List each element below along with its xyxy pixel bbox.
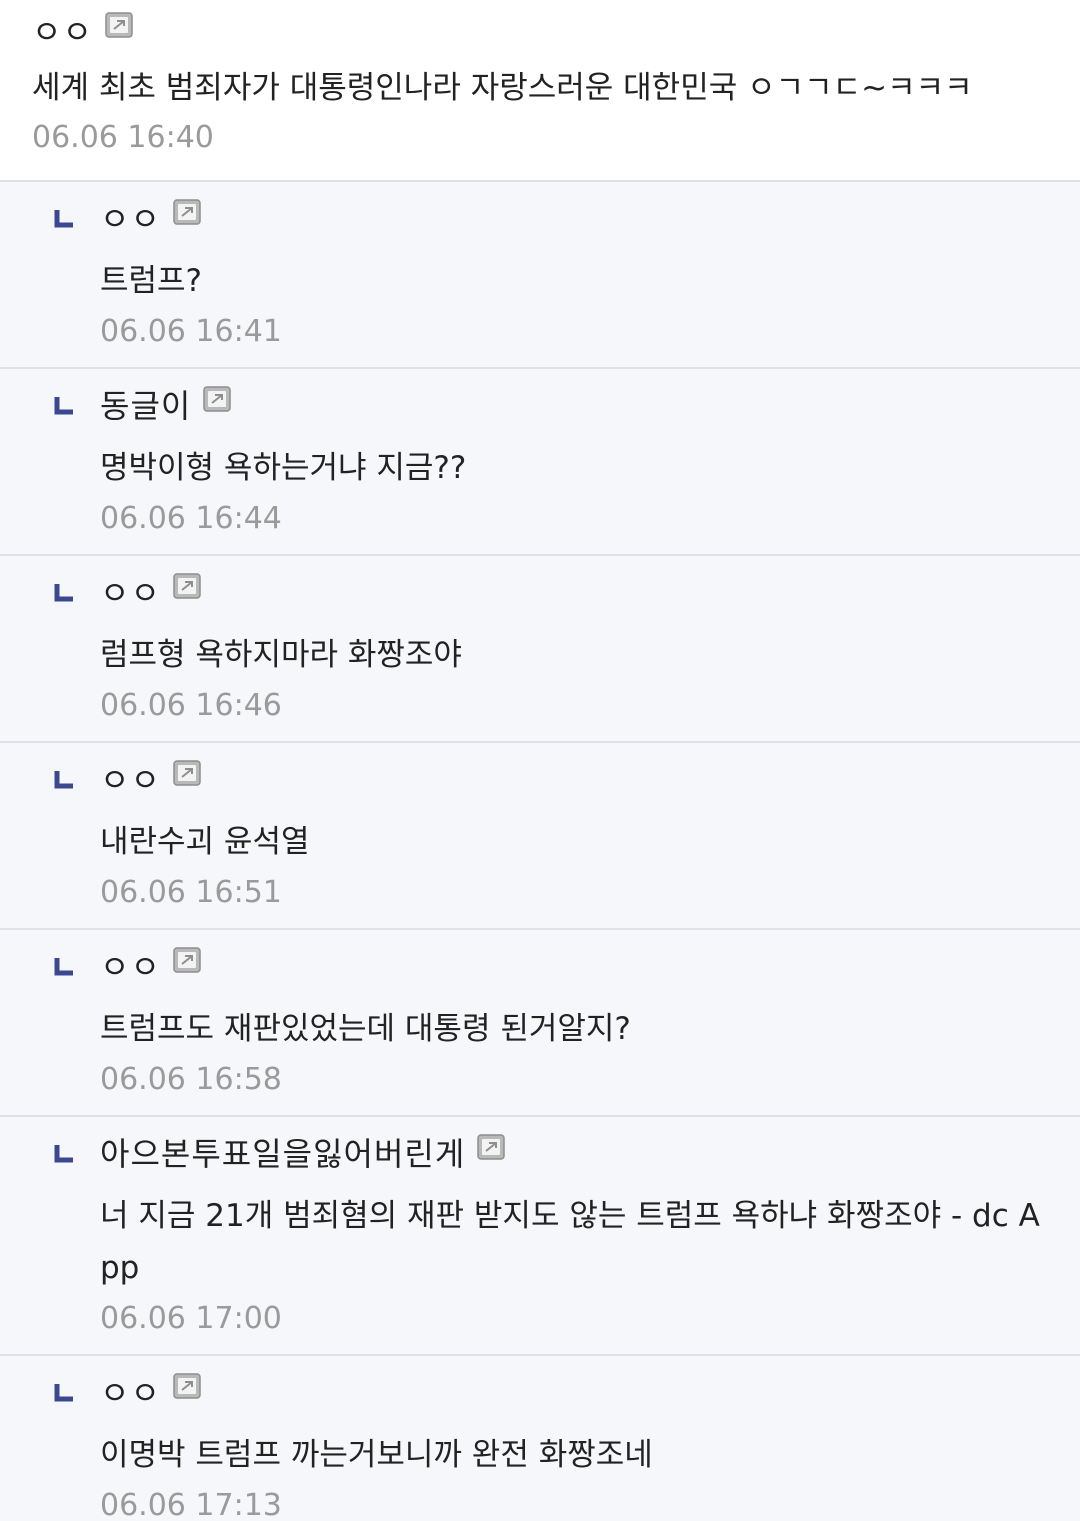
author-row: ㅇㅇ	[100, 568, 1060, 618]
fixed-nick-icon	[173, 199, 201, 225]
reply-text: 트럼프도 재판있었는데 대통령 된거알지?	[100, 1011, 631, 1047]
timestamp: 06.06 16:58	[100, 1062, 282, 1097]
timestamp: 06.06 16:40	[32, 120, 214, 155]
fixed-nick-icon	[477, 1134, 506, 1160]
author-row: ㅇㅇ	[100, 194, 1060, 244]
reply-arrow-icon	[54, 210, 73, 228]
reply-arrow-icon	[54, 584, 73, 602]
reply-text: 내란수괴 윤석열	[100, 824, 310, 860]
timestamp: 06.06 16:41	[100, 314, 282, 349]
nickname[interactable]: ㅇㅇ	[100, 1377, 161, 1409]
reply-item: ㅇㅇ 트럼프도 재판있었는데 대통령 된거알지? 06.06 16:58	[0, 928, 1080, 1115]
author-row: ㅇㅇ	[100, 942, 1060, 992]
reply-item: ㅇㅇ 이명박 트럼프 까는거보니까 완전 화짱조네 06.06 17:13	[0, 1354, 1080, 1521]
fixed-nick-icon	[173, 573, 201, 599]
comment-item: ㅇㅇ 세계 최초 범죄자가 대통령인나라 자랑스러운 대한민국 ㅇㄱㄱㄷ~ㅋㅋㅋ…	[0, 0, 1080, 180]
author-row: ㅇㅇ	[100, 1368, 1060, 1418]
timestamp: 06.06 16:46	[100, 688, 282, 723]
nickname[interactable]: 아으본투표일을잃어버린게	[100, 1138, 465, 1170]
timestamp: 06.06 16:44	[100, 501, 282, 536]
reply-text: 명박이형 욕하는거냐 지금??	[100, 450, 467, 486]
author-row: 아으본투표일을잃어버린게	[100, 1129, 1060, 1179]
timestamp: 06.06 17:13	[100, 1488, 282, 1521]
comment-text: 세계 최초 범죄자가 대통령인나라 자랑스러운 대한민국 ㅇㄱㄱㄷ~ㅋㅋㅋ	[32, 70, 973, 106]
fixed-nick-icon	[105, 12, 133, 38]
nickname[interactable]: ㅇㅇ	[100, 577, 161, 609]
reply-text: 이명박 트럼프 까는거보니까 완전 화짱조네	[100, 1437, 653, 1473]
reply-text: 트럼프?	[100, 263, 203, 299]
reply-arrow-icon	[54, 397, 73, 415]
reply-item: ㅇㅇ 내란수괴 윤석열 06.06 16:51	[0, 741, 1080, 928]
reply-arrow-icon	[54, 1384, 73, 1402]
reply-item: ㅇㅇ 럼프형 욕하지마라 화짱조야 06.06 16:46	[0, 554, 1080, 741]
timestamp: 06.06 16:51	[100, 875, 282, 910]
reply-arrow-icon	[54, 1145, 73, 1163]
author-row: ㅇㅇ	[32, 10, 1060, 54]
author-row: 동글이	[100, 381, 1060, 431]
reply-item: ㅇㅇ 트럼프? 06.06 16:41	[0, 180, 1080, 367]
nickname[interactable]: ㅇㅇ	[100, 764, 161, 796]
nickname[interactable]: ㅇㅇ	[100, 203, 161, 235]
fixed-nick-icon	[203, 386, 232, 412]
fixed-nick-icon	[173, 760, 201, 786]
reply-arrow-icon	[54, 771, 73, 789]
reply-arrow-icon	[54, 958, 73, 976]
fixed-nick-icon	[173, 947, 201, 973]
reply-text: 럼프형 욕하지마라 화짱조야	[100, 637, 462, 673]
timestamp: 06.06 17:00	[100, 1301, 282, 1336]
reply-text: 너 지금 21개 범죄혐의 재판 받지도 않는 트럼프 욕하냐 화짱조야 - d…	[100, 1198, 1040, 1286]
reply-item: 아으본투표일을잃어버린게 너 지금 21개 범죄혐의 재판 받지도 않는 트럼프…	[0, 1115, 1080, 1354]
nickname[interactable]: ㅇㅇ	[32, 16, 93, 48]
reply-item: 동글이 명박이형 욕하는거냐 지금?? 06.06 16:44	[0, 367, 1080, 554]
author-row: ㅇㅇ	[100, 755, 1060, 805]
comment-thread: ㅇㅇ 세계 최초 범죄자가 대통령인나라 자랑스러운 대한민국 ㅇㄱㄱㄷ~ㅋㅋㅋ…	[0, 0, 1080, 1521]
nickname[interactable]: 동글이	[100, 390, 191, 422]
nickname[interactable]: ㅇㅇ	[100, 951, 161, 983]
fixed-nick-icon	[173, 1373, 201, 1399]
